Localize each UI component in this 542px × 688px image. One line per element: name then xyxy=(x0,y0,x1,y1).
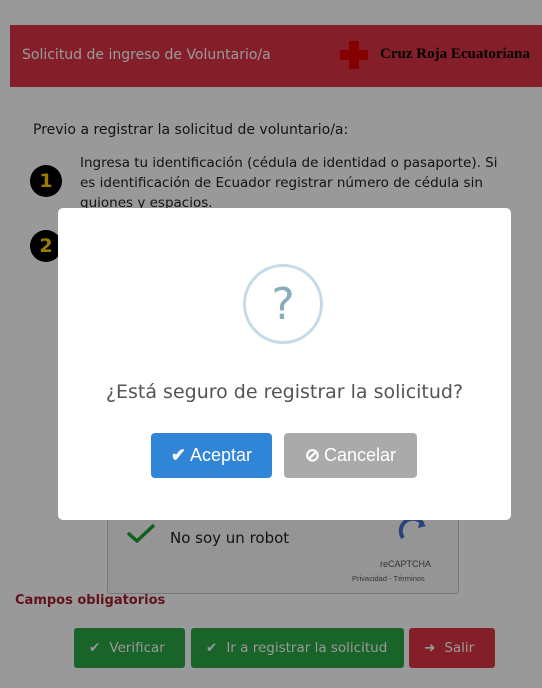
ban-icon: ⊘ xyxy=(304,445,321,465)
check-icon: ✔ xyxy=(170,445,187,465)
cancel-label: Cancelar xyxy=(324,445,397,465)
question-icon: ? xyxy=(243,264,323,344)
accept-button[interactable]: ✔ Aceptar xyxy=(151,433,272,478)
accept-label: Aceptar xyxy=(190,445,253,465)
dialog-message: ¿Está seguro de registrar la solicitud? xyxy=(105,381,464,403)
confirm-dialog: ? ¿Está seguro de registrar la solicitud… xyxy=(58,208,511,520)
cancel-button[interactable]: ⊘ Cancelar xyxy=(284,433,417,478)
